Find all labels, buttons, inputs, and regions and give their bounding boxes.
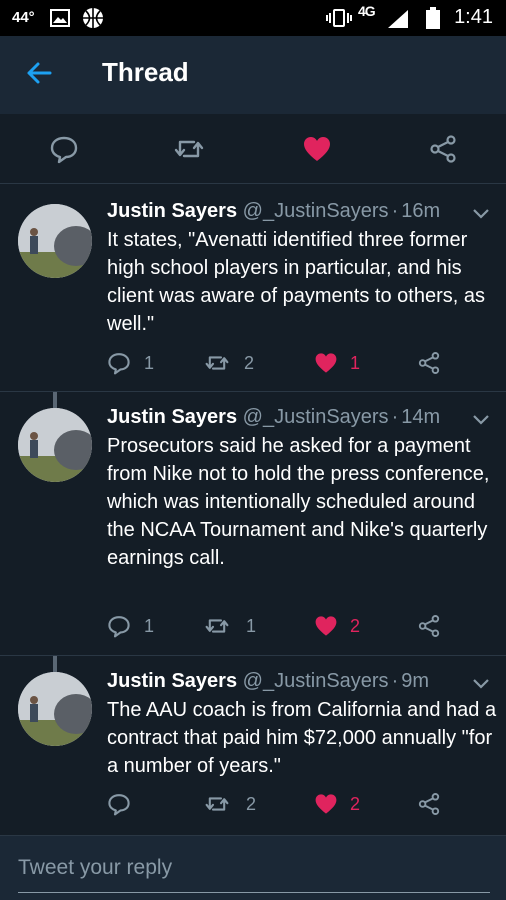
avatar-image bbox=[18, 672, 92, 746]
image-icon bbox=[50, 9, 70, 27]
author-handle[interactable]: @_JustinSayers bbox=[243, 200, 389, 222]
tweet-text: The AAU coach is from California and had… bbox=[107, 699, 497, 777]
arrow-left-icon[interactable] bbox=[24, 58, 54, 88]
reply-icon[interactable] bbox=[49, 134, 79, 164]
tweet-item[interactable]: Justin Sayers @_JustinSayers · 16m It stat… bbox=[0, 184, 506, 392]
retweet-count: 1 bbox=[246, 616, 257, 636]
reply-count: 1 bbox=[144, 353, 155, 373]
avatar-image bbox=[18, 408, 92, 482]
author-name[interactable]: Justin Sayers bbox=[107, 406, 237, 428]
tweet-time: 14m bbox=[401, 406, 441, 428]
network-type-text: 4G bbox=[358, 3, 376, 19]
avatar[interactable] bbox=[18, 204, 92, 278]
tweet-actions: 2 2 bbox=[107, 792, 497, 820]
author-handle[interactable]: @_JustinSayers bbox=[243, 406, 389, 428]
heart-icon[interactable] bbox=[302, 134, 332, 164]
app-header: Thread bbox=[0, 36, 506, 114]
tweet-time: 16m bbox=[401, 200, 441, 222]
tweet-item[interactable]: Justin Sayers @_JustinSayers · 14m Prosecu… bbox=[0, 392, 506, 656]
clock-text: 1:41 bbox=[454, 6, 493, 28]
share-icon[interactable] bbox=[417, 614, 441, 638]
retweet-count: 2 bbox=[244, 353, 255, 373]
retweet-count: 2 bbox=[246, 794, 257, 814]
retweet-icon[interactable] bbox=[205, 614, 229, 638]
chevron-down-icon[interactable] bbox=[472, 678, 490, 690]
reply-icon[interactable] bbox=[107, 614, 131, 638]
tweet-header: Justin Sayers @_JustinSayers · 16m bbox=[107, 200, 440, 223]
reply-composer[interactable]: Tweet your reply bbox=[0, 836, 506, 900]
share-icon[interactable] bbox=[417, 792, 441, 816]
vibrate-icon bbox=[326, 9, 352, 27]
like-count: 2 bbox=[350, 616, 361, 636]
tweet-actions: 1 2 1 bbox=[107, 351, 497, 379]
author-name[interactable]: Justin Sayers bbox=[107, 670, 237, 692]
basketball-icon bbox=[83, 8, 103, 28]
like-count: 2 bbox=[350, 794, 361, 814]
share-icon[interactable] bbox=[428, 134, 458, 164]
retweet-icon[interactable] bbox=[205, 351, 229, 375]
temperature-text: 44° bbox=[12, 9, 35, 26]
thread-connector bbox=[53, 392, 57, 408]
heart-icon[interactable] bbox=[314, 792, 338, 816]
chevron-down-icon[interactable] bbox=[472, 414, 490, 426]
like-count: 1 bbox=[350, 353, 361, 373]
tweet-time: 9m bbox=[401, 670, 430, 692]
avatar[interactable] bbox=[18, 408, 92, 482]
chevron-down-icon[interactable] bbox=[472, 208, 490, 220]
tweet-header: Justin Sayers @_JustinSayers · 9m bbox=[107, 670, 429, 693]
share-icon[interactable] bbox=[417, 351, 441, 375]
avatar[interactable] bbox=[18, 672, 92, 746]
tweet-text: Prosecutors said he asked for a payment … bbox=[107, 435, 490, 569]
heart-icon[interactable] bbox=[314, 614, 338, 638]
separator-dot: · bbox=[391, 200, 399, 222]
tweet-item[interactable]: Justin Sayers @_JustinSayers · 9m The AAU … bbox=[0, 656, 506, 836]
author-handle[interactable]: @_JustinSayers bbox=[243, 670, 389, 692]
avatar-image bbox=[18, 204, 92, 278]
battery-icon bbox=[426, 7, 440, 29]
author-name[interactable]: Justin Sayers bbox=[107, 200, 237, 222]
tweet-text: It states, "Avenatti identified three fo… bbox=[107, 229, 485, 335]
reply-count: 1 bbox=[144, 616, 155, 636]
tweet-header: Justin Sayers @_JustinSayers · 14m bbox=[107, 406, 440, 429]
reply-icon[interactable] bbox=[107, 792, 131, 816]
tweet-actions: 1 1 2 bbox=[107, 614, 497, 642]
retweet-icon[interactable] bbox=[174, 134, 204, 164]
heart-icon[interactable] bbox=[314, 351, 338, 375]
status-bar: 44° 4G 1:41 bbox=[0, 0, 506, 36]
reply-icon[interactable] bbox=[107, 351, 131, 375]
reply-input-placeholder[interactable]: Tweet your reply bbox=[18, 856, 172, 880]
main-tweet-actions bbox=[0, 114, 506, 184]
page-title: Thread bbox=[102, 57, 189, 87]
signal-icon bbox=[388, 10, 408, 28]
retweet-icon[interactable] bbox=[205, 792, 229, 816]
separator-dot: · bbox=[391, 670, 399, 692]
separator-dot: · bbox=[391, 406, 399, 428]
thread-connector bbox=[53, 656, 57, 672]
reply-input-underline bbox=[18, 892, 490, 893]
